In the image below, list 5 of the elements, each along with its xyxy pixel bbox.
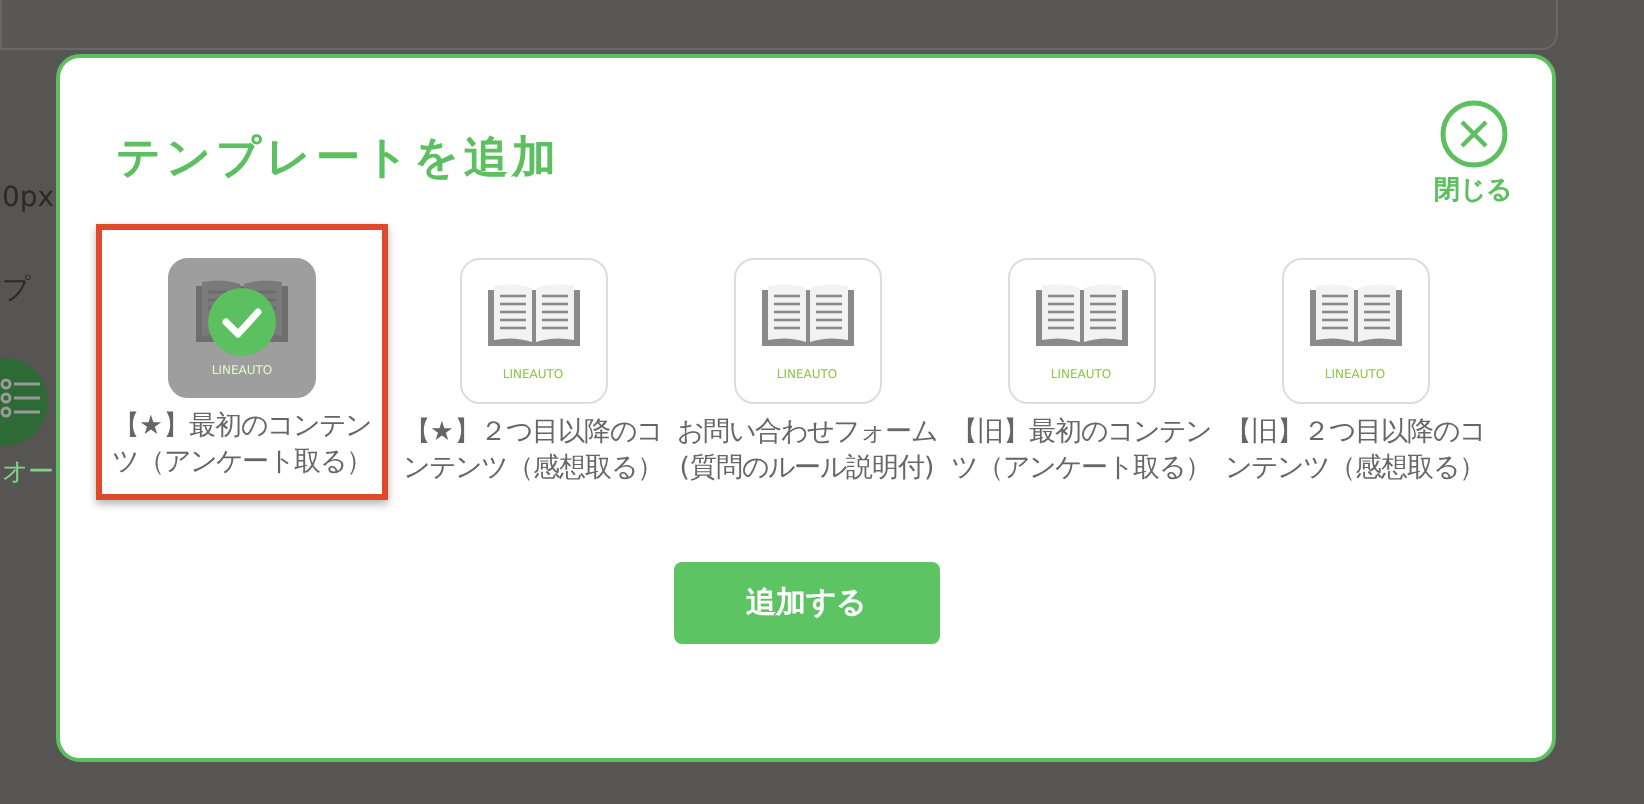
list-icon[interactable]	[0, 358, 48, 446]
check-icon	[208, 288, 276, 356]
dialog-title: テンプレートを追加	[116, 132, 560, 188]
close-icon	[1439, 100, 1507, 168]
tab-label: オー	[2, 456, 54, 490]
